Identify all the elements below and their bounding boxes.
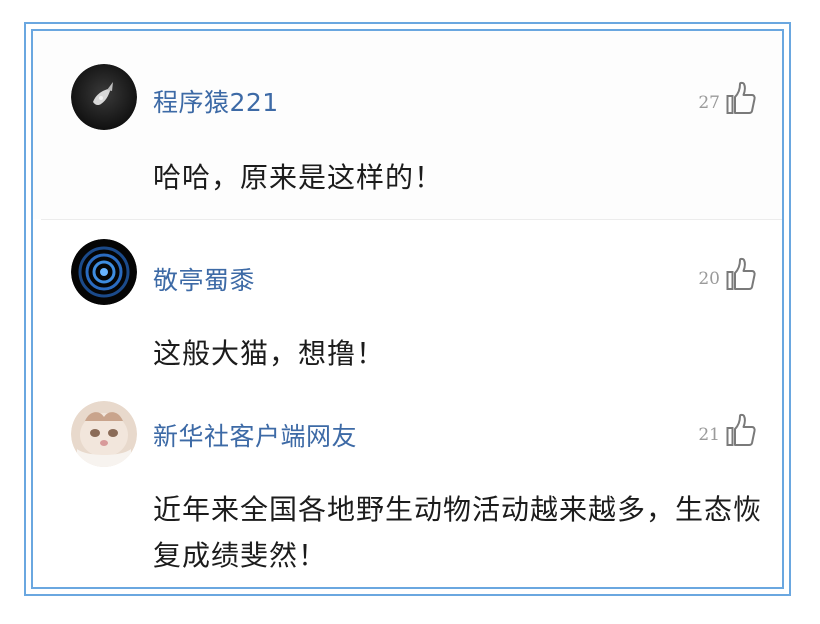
comment-text: 这般大猫，想撸！ [153,337,386,370]
comment-text: 近年来全国各地野生动物活动越来越多，生态恢复成绩斐然！ [153,493,763,572]
thumbs-up-icon [726,257,756,290]
comment-item: 敬亭蜀黍 20 这般大猫，想撸！ [33,219,782,397]
thumbs-up-icon [726,413,756,446]
comment-item: 程序猿221 27 哈哈，原来是这样的！ [33,31,782,219]
username[interactable]: 新华社客户端网友 [153,417,357,453]
comment-item: 新华社客户端网友 21 近年来全国各地野生动物活动越来越多，生态恢复成绩斐然！ [33,397,782,587]
comment-text: 哈哈，原来是这样的！ [153,161,444,194]
comment-panel-frame: 程序猿221 27 哈哈，原来是这样的！ 敬亭蜀黍 20 这般大猫，想撸！ 新华… [24,22,791,596]
like-count: 20 [698,269,720,289]
like-button[interactable]: 27 [698,79,756,115]
like-button[interactable]: 20 [698,255,756,291]
avatar[interactable] [71,239,137,305]
comment-list: 程序猿221 27 哈哈，原来是这样的！ 敬亭蜀黍 20 这般大猫，想撸！ 新华… [31,29,784,589]
username[interactable]: 程序猿221 [153,83,279,119]
like-count: 21 [698,425,720,445]
like-button[interactable]: 21 [698,411,756,447]
like-count: 27 [698,93,720,113]
avatar[interactable] [71,401,137,467]
avatar[interactable] [71,64,137,130]
thumbs-up-icon [726,81,756,114]
username[interactable]: 敬亭蜀黍 [153,261,255,297]
